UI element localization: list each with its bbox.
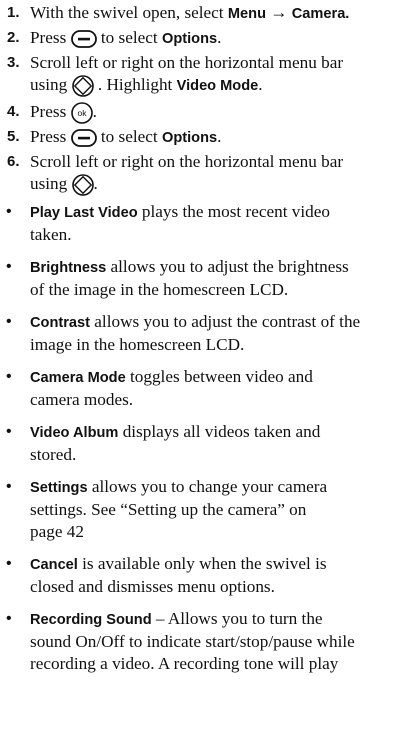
step-number: 5. [7,128,20,145]
menu-term: Menu [227,6,266,22]
bullet-text: Camera Mode toggles between video and ca… [30,367,313,409]
step-number: 1. [7,4,20,21]
bullet-text: Cancel is available only when the swivel… [30,554,327,596]
bullet-glyph: • [6,478,12,495]
bullet-glyph: • [6,313,12,330]
bullet-term: Settings [30,480,88,496]
step-number: 3. [7,54,20,71]
ok-key-icon: ok [70,102,93,124]
manual-page: 1. With the swivel open, select Menu → C… [0,0,405,744]
bullet-term: Brightness [30,260,107,276]
bullet-glyph: • [6,258,12,275]
bullet-term: Contrast [30,315,90,331]
bullet-term: Play Last Video [30,205,138,221]
step-text: With the swivel open, select Menu → Came… [30,3,350,22]
navigation-pad-icon [71,75,94,97]
options-term: Options [161,31,218,47]
step-number: 2. [7,29,20,46]
bullet-glyph: • [6,423,12,440]
step-number: 4. [7,103,20,120]
bullet-glyph: • [6,368,12,385]
svg-text:ok: ok [77,108,87,118]
bullet-text: Contrast allows you to adjust the contra… [30,312,361,354]
bullet-text: Recording Sound – Allows you to turn the… [30,609,355,673]
bullet-text: Play Last Video plays the most recent vi… [30,202,330,244]
step-text: Press ok . [30,101,400,124]
bullet-text: Settings allows you to change your camer… [30,477,328,541]
bullet-text: Brightness allows you to adjust the brig… [30,257,349,299]
bullet-glyph: • [6,555,12,572]
bullet-term: Camera Mode [30,370,126,386]
bullet-term: Cancel [30,557,78,573]
bullet-term: Video Album [30,425,119,441]
step-text: Scroll left or right on the horizontal m… [30,52,400,97]
step-text: Press to select Options. [30,28,222,48]
step-text: Press to select Options. [30,127,222,147]
options-term: Options [161,130,218,146]
step-text: Scroll left or right on the horizontal m… [30,151,400,196]
bullet-glyph: • [6,203,12,220]
navigation-pad-icon [71,174,94,196]
video-mode-term: Video Mode [176,78,259,94]
arrow-glyph: → [265,3,292,22]
soft-key-icon [70,129,97,147]
bullet-text: Video Album displays all videos taken an… [30,422,321,464]
bullet-term: Recording Sound [30,612,152,628]
bullet-glyph: • [6,610,12,627]
soft-key-icon [70,30,97,48]
camera-term: Camera. [291,6,350,22]
step-number: 6. [7,153,20,170]
